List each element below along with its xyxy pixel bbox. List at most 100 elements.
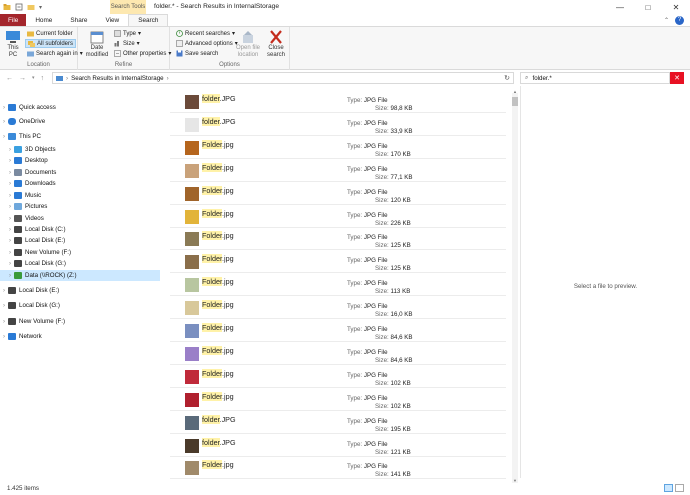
nav-item[interactable]: › Documents xyxy=(0,167,160,178)
expand-chevron-icon[interactable]: › xyxy=(6,158,14,164)
file-row[interactable]: Folder.jpg Type: JPG File Size: 102 KB xyxy=(170,365,506,388)
expand-chevron-icon[interactable]: › xyxy=(6,204,14,210)
file-row[interactable]: folder.JPG Type: JPG File Size: 195 KB xyxy=(170,411,506,434)
properties-icon[interactable] xyxy=(15,3,23,11)
tab-file[interactable]: File xyxy=(0,14,27,26)
up-icon[interactable]: ↑ xyxy=(41,75,45,82)
nav-item[interactable]: › Pictures xyxy=(0,201,160,212)
expand-chevron-icon[interactable]: › xyxy=(0,288,8,294)
expand-chevron-icon[interactable]: › xyxy=(0,319,8,325)
open-file-location-button[interactable]: Open file location xyxy=(234,30,262,59)
scroll-up-icon[interactable]: ▲ xyxy=(512,89,518,94)
close-button[interactable]: ✕ xyxy=(662,0,690,14)
nav-item[interactable]: › Local Disk (E:) xyxy=(0,285,160,296)
tab-share[interactable]: Share xyxy=(61,14,96,26)
tab-view[interactable]: View xyxy=(96,14,128,26)
nav-item[interactable]: › Downloads xyxy=(0,178,160,189)
network-drive-icon xyxy=(14,272,22,279)
file-row[interactable]: Folder.jpg Type: JPG File Size: 113 KB xyxy=(170,273,506,297)
expand-chevron-icon[interactable]: › xyxy=(0,303,8,309)
expand-chevron-icon[interactable]: › xyxy=(6,250,14,256)
help-icon[interactable]: ? xyxy=(675,15,684,25)
expand-chevron-icon[interactable]: › xyxy=(6,181,14,187)
expand-chevron-icon[interactable]: › xyxy=(6,227,14,233)
file-row[interactable]: Folder.jpg Type: JPG File Size: 226 KB xyxy=(170,205,506,228)
size-button[interactable]: Size ▾ xyxy=(112,39,142,48)
nav-item[interactable]: › New Volume (F:) xyxy=(0,316,160,327)
expand-chevron-icon[interactable]: › xyxy=(0,105,8,111)
other-properties-button[interactable]: Other properties ▾ xyxy=(112,49,173,58)
file-row[interactable]: Folder.jpg Type: JPG File Size: 170 KB xyxy=(170,136,506,159)
file-row[interactable]: folder.JPG Type: JPG File Size: 121 KB xyxy=(170,434,506,457)
type-label: Type: xyxy=(347,165,363,173)
file-row[interactable]: Folder.jpg Type: JPG File Size: 102 KB xyxy=(170,388,506,411)
search-input[interactable]: ⌕ folder.* xyxy=(520,72,670,84)
scrollbar-thumb[interactable] xyxy=(512,97,518,106)
expand-chevron-icon[interactable]: › xyxy=(6,147,14,153)
nav-item[interactable]: › Videos xyxy=(0,213,160,224)
expand-chevron-icon[interactable]: › xyxy=(6,238,14,244)
nav-item[interactable]: › Local Disk (C:) xyxy=(0,224,160,235)
breadcrumb[interactable]: Search Results in InternalStorage xyxy=(71,75,164,82)
details-view-icon[interactable] xyxy=(664,484,673,492)
expand-chevron-icon[interactable]: › xyxy=(6,261,14,267)
recent-searches-button[interactable]: Recent searches ▾ xyxy=(174,29,237,38)
this-pc-button[interactable]: This PC xyxy=(4,30,22,59)
minimize-button[interactable]: — xyxy=(606,0,634,14)
search-again-button[interactable]: Search again in ▾ xyxy=(25,49,85,58)
maximize-button[interactable]: □ xyxy=(634,0,662,14)
nav-item[interactable]: › Local Disk (G:) xyxy=(0,258,160,269)
nav-item[interactable]: › 3D Objects xyxy=(0,144,160,155)
nav-item[interactable]: › Local Disk (E:) xyxy=(0,235,160,246)
date-modified-button[interactable]: Date modified xyxy=(82,30,112,59)
back-icon[interactable]: ← xyxy=(6,75,13,82)
expand-chevron-icon[interactable]: › xyxy=(0,334,8,340)
file-row[interactable]: folder.JPG Type: JPG File Size: 98,8 KB xyxy=(170,90,506,113)
file-row[interactable]: Folder.jpg Type: JPG File Size: 16,0 KB xyxy=(170,296,506,320)
close-search-button[interactable]: Close search xyxy=(264,30,288,59)
expand-chevron-icon[interactable]: › xyxy=(6,216,14,222)
nav-item[interactable]: › OneDrive xyxy=(0,116,160,127)
expand-chevron-icon[interactable]: › xyxy=(0,119,8,125)
collapse-ribbon-icon[interactable]: ⌃ xyxy=(664,17,669,24)
file-row[interactable]: Folder.jpg Type: JPG File Size: 125 KB xyxy=(170,227,506,251)
nav-item[interactable]: › Quick access xyxy=(0,102,160,113)
large-icons-view-icon[interactable] xyxy=(675,484,684,492)
nav-item[interactable]: › Network xyxy=(0,331,160,342)
file-row[interactable]: Folder.jpg Type: JPG File Size: 84,6 KB xyxy=(170,342,506,365)
refresh-icon[interactable]: ↻ xyxy=(504,74,510,82)
all-subfolders-button[interactable]: All subfolders xyxy=(25,39,77,48)
nav-item[interactable]: › New Volume (F:) xyxy=(0,247,160,258)
type-label: Type: xyxy=(347,440,363,448)
expand-chevron-icon[interactable]: › xyxy=(6,193,14,199)
nav-item[interactable]: › This PC xyxy=(0,131,160,142)
file-row[interactable]: Folder.jpg Type: JPG File Size: 141 KB xyxy=(170,456,506,480)
file-list-scrollbar[interactable]: ▲ ▼ xyxy=(512,89,518,483)
nav-item[interactable]: › Data (\\ROCK) (Z:) xyxy=(0,270,160,281)
save-search-button[interactable]: Save search xyxy=(174,49,220,58)
tab-search[interactable]: Search xyxy=(128,14,169,26)
recent-locations-icon[interactable]: ▾ xyxy=(32,75,35,82)
new-folder-icon[interactable] xyxy=(27,3,35,11)
nav-item[interactable]: › Local Disk (G:) xyxy=(0,300,160,311)
current-folder-button[interactable]: Current folder xyxy=(25,29,75,38)
address-bar[interactable]: › Search Results in InternalStorage › ↻ xyxy=(52,72,514,84)
nav-item[interactable]: › Desktop xyxy=(0,155,160,166)
expand-chevron-icon[interactable]: › xyxy=(0,134,8,140)
forward-icon[interactable]: → xyxy=(19,75,26,82)
file-row[interactable]: folder.JPG Type: JPG File Size: 33,9 KB xyxy=(170,113,506,136)
tab-home[interactable]: Home xyxy=(26,14,61,26)
file-row[interactable]: Folder.jpg Type: JPG File Size: 120 KB xyxy=(170,182,506,205)
cloud-icon xyxy=(8,118,16,125)
nav-item[interactable]: › Music xyxy=(0,190,160,201)
file-row[interactable]: Folder.jpg Type: JPG File Size: 125 KB xyxy=(170,250,506,274)
subfolders-icon xyxy=(28,41,35,47)
expand-chevron-icon[interactable]: › xyxy=(6,170,14,176)
kind-button[interactable]: Type ▾ xyxy=(112,29,143,38)
file-row[interactable]: Folder.jpg Type: JPG File Size: 84,6 KB xyxy=(170,319,506,342)
advanced-options-button[interactable]: Advanced options ▾ xyxy=(174,39,240,48)
file-row[interactable]: Folder.jpg Type: JPG File Size: 77,1 KB xyxy=(170,159,506,182)
expand-chevron-icon[interactable]: › xyxy=(6,273,14,279)
qa-dropdown-icon[interactable]: ▾ xyxy=(39,4,42,11)
clear-search-button[interactable]: ✕ xyxy=(670,72,684,84)
